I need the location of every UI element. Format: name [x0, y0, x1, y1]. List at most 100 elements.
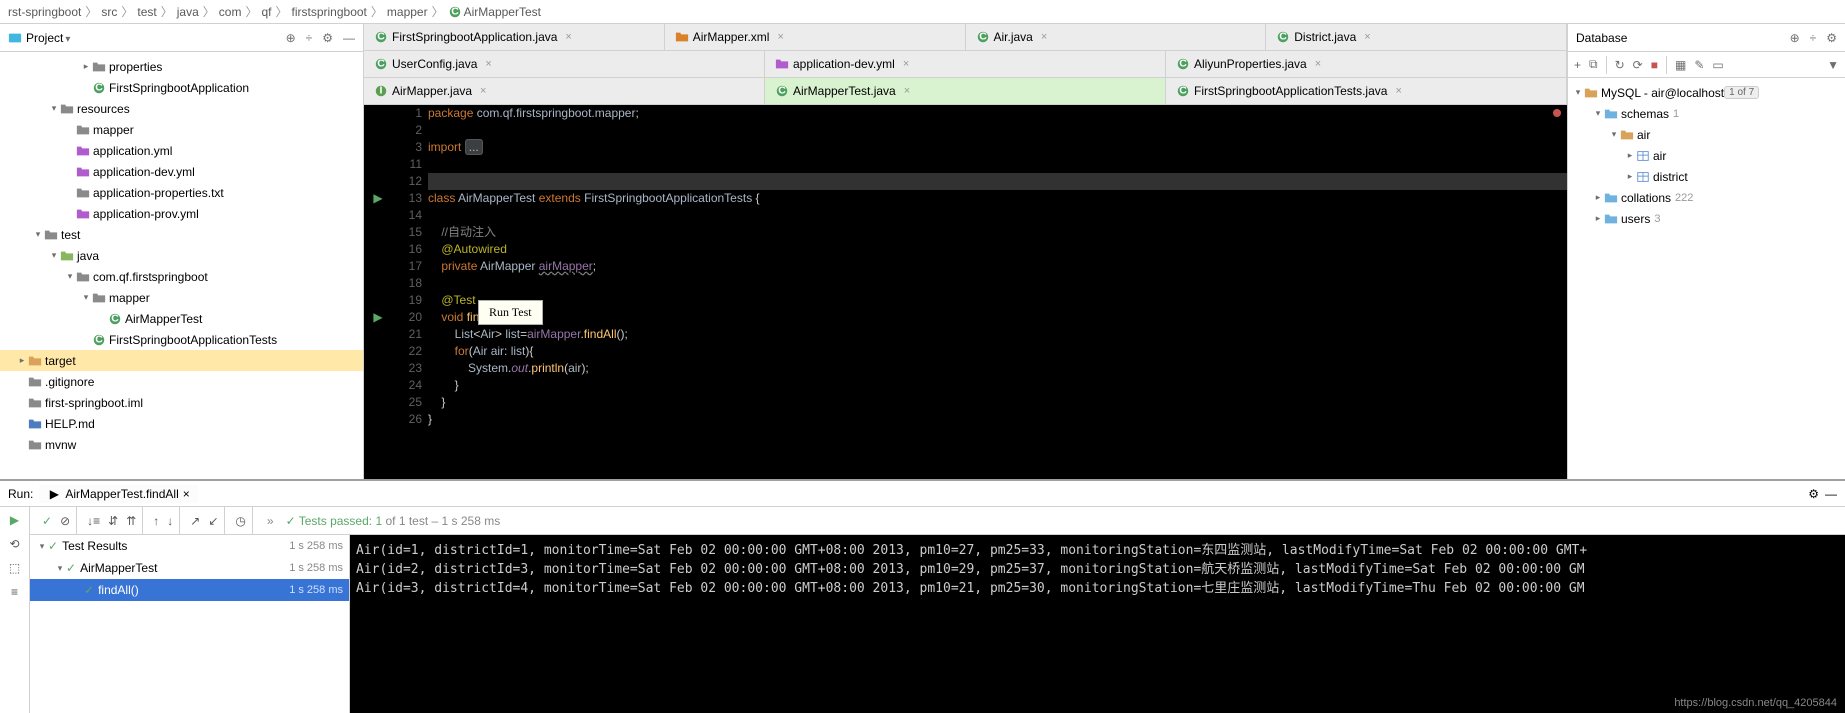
close-icon[interactable]: × — [480, 85, 486, 97]
stop-icon[interactable]: ⬚ — [9, 561, 20, 575]
expand-icon[interactable]: ⇵ — [108, 514, 118, 528]
tree-item[interactable]: mapper — [0, 119, 363, 140]
tree-item[interactable]: CAirMapperTest — [0, 308, 363, 329]
breadcrumb-item[interactable]: src — [101, 5, 117, 19]
breadcrumb-item[interactable]: mapper — [387, 5, 428, 19]
close-icon[interactable]: × — [1041, 31, 1047, 43]
collapse-all-icon[interactable]: ⇈ — [126, 514, 136, 528]
db-split-icon[interactable]: ÷ — [1810, 31, 1817, 45]
prev-icon[interactable]: ↑ — [153, 514, 159, 528]
locate-icon[interactable]: ⊕ — [286, 31, 296, 45]
tree-item[interactable]: ▾java — [0, 245, 363, 266]
next-icon[interactable]: ↓ — [167, 514, 173, 528]
test-result-item[interactable]: ✓ findAll()1 s 258 ms — [30, 579, 349, 601]
tree-item[interactable]: CFirstSpringbootApplicationTests — [0, 329, 363, 350]
db-edit-icon[interactable]: ✎ — [1694, 58, 1704, 72]
db-filter-icon[interactable]: ▼ — [1827, 58, 1839, 72]
close-icon[interactable]: × — [1395, 85, 1401, 97]
editor-tab[interactable]: CFirstSpringbootApplicationTests.java× — [1166, 78, 1567, 104]
db-settings-icon[interactable]: ⚙ — [1826, 31, 1837, 45]
breadcrumb-item[interactable]: java — [177, 5, 199, 19]
tree-item[interactable]: ▾mapper — [0, 287, 363, 308]
tree-item[interactable]: application-prov.yml — [0, 203, 363, 224]
code-editor[interactable]: ▶▶ 12311121314151617181920212223242526 p… — [364, 105, 1567, 479]
toggle-icon[interactable]: ⟲ — [9, 537, 19, 551]
tree-item[interactable]: HELP.md — [0, 413, 363, 434]
run-tab[interactable]: ▶ AirMapperTest.findAll × — [39, 485, 197, 503]
editor-tab[interactable]: application-dev.yml× — [765, 51, 1166, 77]
db-console-icon[interactable]: ▭ — [1712, 58, 1723, 72]
db-stop-icon[interactable]: ■ — [1651, 58, 1658, 72]
tree-item[interactable]: ▾com.qf.firstspringboot — [0, 266, 363, 287]
error-indicator[interactable] — [1553, 109, 1561, 117]
editor-tab[interactable]: AirMapper.xml× — [665, 24, 966, 50]
sort-icon[interactable]: ↓≡ — [87, 514, 100, 528]
breadcrumb-item[interactable]: CAirMapperTest — [448, 5, 541, 19]
svg-text:I: I — [380, 85, 383, 97]
tree-item[interactable]: ▾test — [0, 224, 363, 245]
rerun-icon[interactable]: ▶ — [10, 513, 19, 527]
export-icon[interactable]: ↗ — [190, 514, 200, 528]
fail-filter-icon[interactable]: ⊘ — [60, 514, 70, 528]
close-icon[interactable]: × — [777, 31, 783, 43]
close-icon[interactable]: × — [485, 58, 491, 70]
tree-item[interactable]: ▾resources — [0, 98, 363, 119]
editor-tab[interactable]: CAir.java× — [966, 24, 1267, 50]
editor-tab[interactable]: CAliyunProperties.java× — [1166, 51, 1567, 77]
tree-item[interactable]: application.yml — [0, 140, 363, 161]
test-results-tree[interactable]: ▾✓ Test Results1 s 258 ms▾✓ AirMapperTes… — [30, 535, 350, 713]
db-tree-item[interactable]: ▾schemas1 — [1568, 103, 1845, 124]
close-icon[interactable]: × — [1364, 31, 1370, 43]
hide-icon[interactable]: — — [343, 31, 355, 45]
project-title[interactable]: Project — [8, 31, 280, 45]
breadcrumb-item[interactable]: rst-springboot — [8, 5, 81, 19]
editor-tab[interactable]: CAirMapperTest.java× — [765, 78, 1166, 104]
tree-item[interactable]: ▸target — [0, 350, 363, 371]
close-icon[interactable]: × — [903, 58, 909, 70]
breadcrumb-item[interactable]: firstspringboot — [292, 5, 367, 19]
db-tree-item[interactable]: ▾air — [1568, 124, 1845, 145]
close-icon[interactable]: × — [565, 31, 571, 43]
editor-tab[interactable]: CUserConfig.java× — [364, 51, 765, 77]
db-locate-icon[interactable]: ⊕ — [1790, 31, 1800, 45]
editor-tab[interactable]: CDistrict.java× — [1266, 24, 1567, 50]
close-icon[interactable]: × — [1315, 58, 1321, 70]
tree-item[interactable]: first-springboot.iml — [0, 392, 363, 413]
tree-item[interactable]: ▸properties — [0, 56, 363, 77]
editor-tab[interactable]: IAirMapper.java× — [364, 78, 765, 104]
db-tree-item[interactable]: ▸users3 — [1568, 208, 1845, 229]
tree-item[interactable]: application-dev.yml — [0, 161, 363, 182]
database-tree[interactable]: ▾MySQL - air@localhost 1 of 7▾schemas1▾a… — [1568, 78, 1845, 479]
db-copy-icon[interactable]: ⧉ — [1589, 57, 1598, 72]
layout-icon[interactable]: ≡ — [11, 585, 18, 599]
tree-item[interactable]: CFirstSpringbootApplication — [0, 77, 363, 98]
breadcrumb-item[interactable]: test — [137, 5, 156, 19]
project-tree[interactable]: ▸propertiesCFirstSpringbootApplication▾r… — [0, 52, 363, 479]
db-refresh-icon[interactable]: ↻ — [1615, 58, 1625, 72]
test-result-item[interactable]: ▾✓ AirMapperTest1 s 258 ms — [30, 557, 349, 579]
run-hide-icon[interactable]: — — [1825, 487, 1837, 501]
close-icon[interactable]: × — [904, 85, 910, 97]
db-tree-item[interactable]: ▸district — [1568, 166, 1845, 187]
collapse-icon[interactable]: ÷ — [306, 31, 313, 45]
console-output[interactable]: Air(id=1, districtId=1, monitorTime=Sat … — [350, 535, 1845, 713]
db-tree-item[interactable]: ▸collations222 — [1568, 187, 1845, 208]
db-datasource[interactable]: ▾MySQL - air@localhost 1 of 7 — [1568, 82, 1845, 103]
tree-item[interactable]: application-properties.txt — [0, 182, 363, 203]
tree-item[interactable]: .gitignore — [0, 371, 363, 392]
close-icon[interactable]: × — [183, 487, 190, 501]
db-tree-item[interactable]: ▸air — [1568, 145, 1845, 166]
test-result-item[interactable]: ▾✓ Test Results1 s 258 ms — [30, 535, 349, 557]
import-icon[interactable]: ↙ — [208, 514, 218, 528]
pass-filter-icon[interactable]: ✓ — [42, 514, 52, 528]
editor-tab[interactable]: CFirstSpringbootApplication.java× — [364, 24, 665, 50]
clock-icon[interactable]: ◷ — [235, 514, 245, 528]
db-add-icon[interactable]: + — [1574, 58, 1581, 72]
db-table-icon[interactable]: ▦ — [1675, 58, 1686, 72]
breadcrumb-item[interactable]: qf — [261, 5, 271, 19]
run-settings-icon[interactable]: ⚙ — [1808, 487, 1819, 501]
db-sync-icon[interactable]: ⟳ — [1633, 58, 1643, 72]
settings-icon[interactable]: ⚙ — [322, 31, 333, 45]
breadcrumb-item[interactable]: com — [219, 5, 242, 19]
tree-item[interactable]: mvnw — [0, 434, 363, 455]
